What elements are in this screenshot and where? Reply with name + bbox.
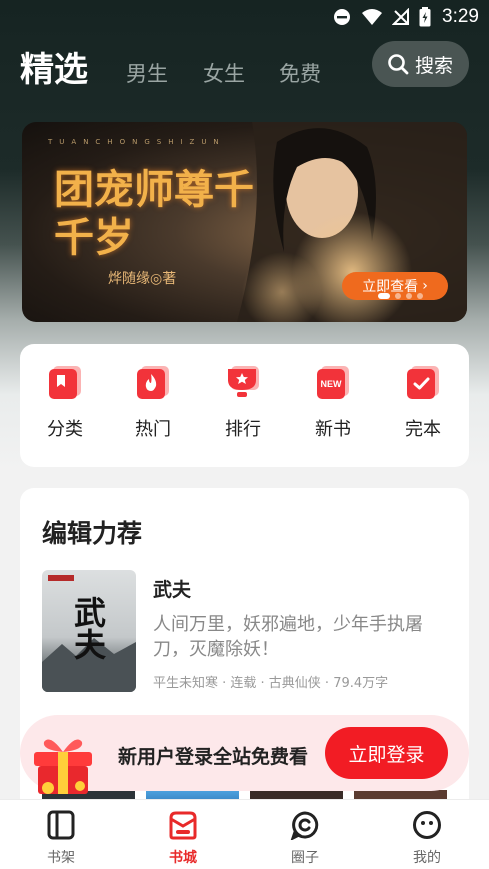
- status-bar: 3:29: [0, 0, 489, 34]
- cover-art: 武夫: [42, 575, 136, 692]
- login-now-button[interactable]: 立即登录: [325, 727, 448, 779]
- battery-icon: [419, 7, 431, 27]
- wifi-icon: [362, 9, 383, 25]
- tab-female[interactable]: 女生: [203, 58, 245, 88]
- shortcut-hot[interactable]: 热门: [113, 364, 193, 441]
- top-tab-bar: 精选 男生 女生 免费 搜索: [0, 38, 489, 94]
- book-cover[interactable]: 武夫: [42, 570, 136, 692]
- search-button[interactable]: 搜索: [372, 41, 469, 87]
- profile-icon: [412, 810, 442, 840]
- nav-bookstore[interactable]: 书城: [143, 810, 223, 867]
- banner-pinyin-title: TUANCHONGSHIZUN: [48, 138, 226, 146]
- bottom-navigation: 书架 书城 圈子 我的: [0, 799, 489, 869]
- bookstore-icon: [168, 810, 198, 840]
- shortcut-new-books[interactable]: NEW 新书: [293, 364, 373, 441]
- new-badge-text: NEW: [321, 379, 343, 389]
- pagination-dot: [378, 293, 390, 299]
- checkmark-icon: [405, 364, 441, 400]
- nav-bookshelf[interactable]: 书架: [21, 810, 101, 867]
- shortcut-completed[interactable]: 完本: [383, 364, 463, 441]
- community-icon: [290, 810, 320, 841]
- pagination-dot: [395, 293, 401, 299]
- banner-author: 烨随缘◎著: [108, 271, 177, 287]
- login-promo-banner: 新用户登录全站免费看 立即登录: [20, 715, 469, 794]
- gift-box-icon: [34, 739, 92, 794]
- new-badge-icon: NEW: [315, 364, 351, 400]
- book-meta: 平生未知寒 · 连载 · 古典仙侠 · 79.4万字: [153, 676, 389, 691]
- tab-free[interactable]: 免费: [279, 58, 321, 88]
- search-icon: [388, 54, 409, 75]
- chevron-right-icon: ›: [422, 278, 428, 294]
- banner-title: 团宠师尊千千岁: [54, 166, 254, 261]
- category-shortcuts: 分类 热门 排行 NEW 新书 完本: [20, 344, 469, 467]
- shortcut-category[interactable]: 分类: [25, 364, 105, 441]
- no-signal-icon: [392, 8, 410, 25]
- nav-profile[interactable]: 我的: [387, 810, 467, 867]
- banner-pagination: [378, 293, 423, 299]
- book-description: 人间万里，妖邪遍地，少年手执屠刀，灭魔除妖！: [153, 614, 423, 660]
- tab-male[interactable]: 男生: [126, 58, 168, 88]
- clock: 3:29: [442, 6, 479, 27]
- tab-selected[interactable]: 精选: [20, 42, 88, 91]
- pagination-dot: [417, 293, 423, 299]
- shortcut-ranking[interactable]: 排行: [203, 364, 283, 441]
- bookmark-icon: [47, 364, 83, 400]
- pagination-dot: [406, 293, 412, 299]
- do-not-disturb-icon: [334, 9, 351, 25]
- nav-community[interactable]: 圈子: [265, 810, 345, 867]
- featured-banner[interactable]: TUANCHONGSHIZUN 团宠师尊千千岁 烨随缘◎著 立即查看 ›: [22, 122, 467, 322]
- trophy-icon: [225, 364, 261, 400]
- cover-title: 武夫: [69, 596, 107, 660]
- section-title: 编辑力荐: [42, 519, 143, 548]
- flame-icon: [135, 364, 171, 400]
- promo-text: 新用户登录全站免费看: [118, 746, 309, 768]
- search-label: 搜索: [415, 54, 454, 77]
- bookshelf-icon: [46, 810, 76, 840]
- book-title[interactable]: 武夫: [153, 575, 191, 602]
